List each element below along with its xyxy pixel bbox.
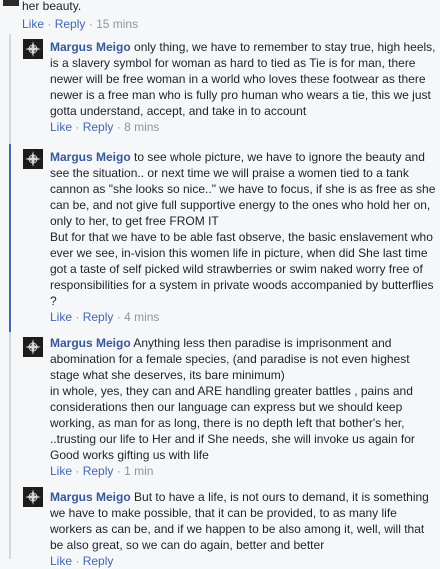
like-link[interactable]: Like [22,17,44,31]
reply-comment: Margus Meigo Anything less then paradise… [9,332,440,482]
separator-dot: · [75,554,83,568]
like-link[interactable]: Like [50,464,72,478]
timestamp[interactable]: 1 min [124,464,153,478]
like-link[interactable]: Like [50,310,72,324]
separator-dot: · [75,120,83,134]
reply-comment: Margus Meigo to see whole picture, we ha… [9,144,440,332]
comment-actions: Like · Reply · 8 mins [50,119,438,135]
reply-link[interactable]: Reply [83,464,114,478]
celtic-cross-icon [23,487,43,507]
separator-dot: · [88,17,97,31]
comment-actions: Like · Reply · 15 mins [22,16,138,32]
comment-actions: Like · Reply · 1 min [50,463,438,479]
separator-dot: · [116,464,125,478]
reply-thread: Margus Meigo only thing, we have to reme… [9,34,440,568]
comment-actions: Like · Reply · 4 mins [50,309,438,325]
new-comment-indicator [9,144,11,332]
separator-dot: · [116,310,125,324]
comment-text: Margus Meigo But to have a life, is not … [50,489,438,553]
previous-comment: her beauty. Like · Reply · 15 mins [0,0,440,34]
avatar[interactable] [23,337,43,357]
author-name[interactable]: Margus Meigo [50,150,131,164]
separator-dot: · [75,310,83,324]
avatar[interactable] [23,487,43,507]
reply-link[interactable]: Reply [83,120,114,134]
reply-link[interactable]: Reply [83,310,114,324]
author-name[interactable]: Margus Meigo [50,40,131,54]
reply-link[interactable]: Reply [83,554,114,568]
comment-actions: Like · Reply [50,553,438,569]
avatar[interactable] [23,149,43,169]
separator-dot: · [47,17,55,31]
comment-body: Anything less then paradise is imprisonm… [50,336,415,462]
comment-text: Margus Meigo only thing, we have to reme… [50,39,438,119]
author-name[interactable]: Margus Meigo [50,336,131,350]
author-name[interactable]: Margus Meigo [50,490,131,504]
separator-dot: · [116,120,125,134]
avatar[interactable] [23,39,43,59]
timestamp[interactable]: 15 mins [96,17,138,31]
like-link[interactable]: Like [50,554,72,568]
comment-body: to see whole picture, we have to ignore … [50,150,436,308]
timestamp[interactable]: 8 mins [124,120,159,134]
like-link[interactable]: Like [50,120,72,134]
reply-link[interactable]: Reply [55,17,86,31]
reply-comment: Margus Meigo But to have a life, is not … [9,482,440,568]
celtic-cross-icon [23,149,43,169]
comment-text: her beauty. [22,0,82,13]
celtic-cross-icon [23,39,43,59]
avatar[interactable] [3,0,19,6]
separator-dot: · [75,464,83,478]
celtic-cross-icon [23,337,43,357]
comment-text: Margus Meigo to see whole picture, we ha… [50,149,438,309]
reply-comment: Margus Meigo only thing, we have to reme… [9,34,440,144]
timestamp[interactable]: 4 mins [124,310,159,324]
comment-text: Margus Meigo Anything less then paradise… [50,335,438,463]
